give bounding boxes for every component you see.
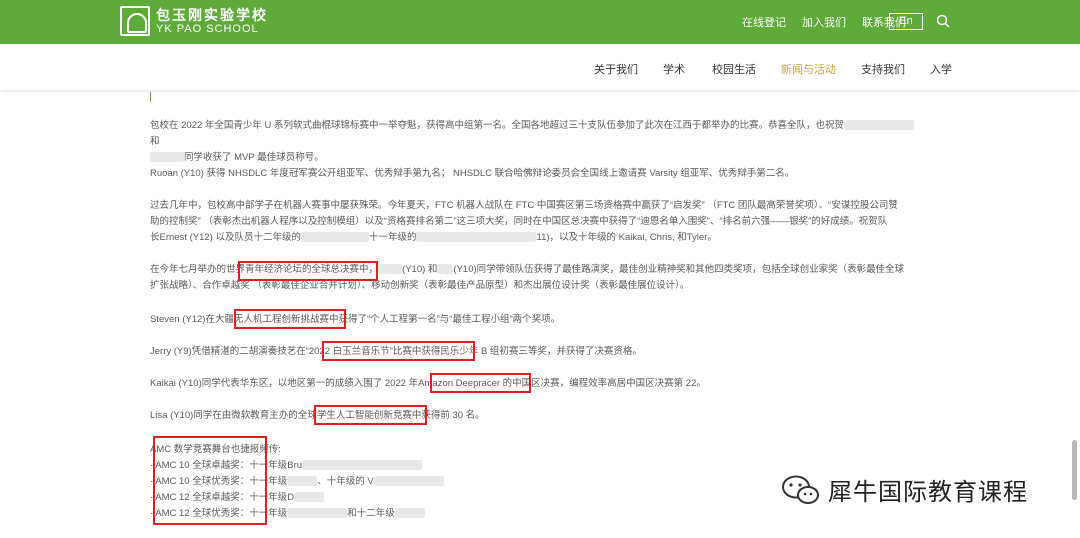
link-online-registration[interactable]: 在线登记 [742, 14, 786, 30]
link-join-us[interactable]: 加入我们 [802, 14, 846, 30]
highlight-box [238, 261, 378, 281]
nav-support-us[interactable]: 支持我们 [861, 61, 905, 77]
redacted-name [844, 120, 915, 131]
redacted-name [150, 152, 184, 163]
redacted-name [394, 508, 425, 519]
nav-academics[interactable]: 学术 [663, 61, 685, 77]
top-header-bar: 包玉刚实验学校 YK PAO SCHOOL 在线登记 加入我们 联系我们 En [0, 0, 1080, 44]
redacted-name [373, 476, 444, 487]
main-nav: 关于我们 学术 校园生活 新闻与活动 支持我们 入学 [0, 44, 1080, 90]
nav-news-events[interactable]: 新闻与活动 [781, 61, 836, 77]
highlight-box [234, 309, 346, 329]
paragraph-robotics: 过去几年中，包校高中部学子在机器人赛事中屡获殊荣。今年夏天，FTC 机器人战队在… [150, 200, 898, 243]
redacted-name [437, 264, 454, 275]
wechat-icon [782, 475, 819, 504]
redacted-name [287, 508, 348, 519]
redacted-name [302, 460, 423, 471]
redacted-name [287, 476, 318, 487]
paragraph-debate: Ruoan (Y10) 获得 NHSDLC 年度冠军赛公开组亚军、优秀辩手第九名… [150, 168, 795, 179]
redacted-name [294, 492, 325, 503]
page-scrollbar[interactable] [1072, 440, 1077, 500]
watermark: 犀牛国际教育课程 [780, 472, 1028, 507]
section-marker [150, 92, 151, 102]
paragraph-erhu: Jerry (Y9)凭借精湛的二胡演奏技艺在“2022 白玉兰音乐节”比赛中获得… [150, 346, 642, 357]
watermark-text: 犀牛国际教育课程 [828, 478, 1028, 506]
redacted-name [378, 264, 403, 275]
nav-admissions[interactable]: 入学 [930, 61, 952, 77]
paragraph-deepracer: Kaikai (Y10)同学代表华东区，以地区第一的成绩入围了 2022 年Am… [150, 378, 706, 389]
article-body: 包校在 2022 年全国青少年 U 系列软式曲棍球锦标赛中一举夺魁，获得高中组第… [0, 90, 1080, 538]
school-name-cn: 包玉刚实验学校 [156, 6, 268, 23]
nav-campus-life[interactable]: 校园生活 [712, 61, 756, 77]
paragraph-ai-competition: Lisa (Y10)同学在由微软教育主办的全球学生人工智能创新竞赛中获得前 30… [150, 410, 485, 421]
search-icon[interactable] [936, 14, 950, 28]
paragraph-hockey: 包校在 2022 年全国青少年 U 系列软式曲棍球锦标赛中一举夺魁，获得高中组第… [150, 118, 920, 166]
highlight-box [314, 405, 427, 425]
header-links: 在线登记 加入我们 联系我们 [742, 14, 906, 30]
redacted-name [416, 232, 537, 243]
highlight-box [322, 341, 475, 361]
redacted-name [300, 232, 369, 243]
nav-about-us[interactable]: 关于我们 [594, 61, 638, 77]
school-logo[interactable]: 包玉刚实验学校 YK PAO SCHOOL [120, 6, 268, 36]
highlight-box [430, 373, 531, 393]
tree-logo-icon [120, 6, 150, 36]
language-toggle-button[interactable]: En [889, 13, 923, 30]
school-name-en: YK PAO SCHOOL [156, 22, 259, 35]
highlight-box [153, 436, 267, 525]
